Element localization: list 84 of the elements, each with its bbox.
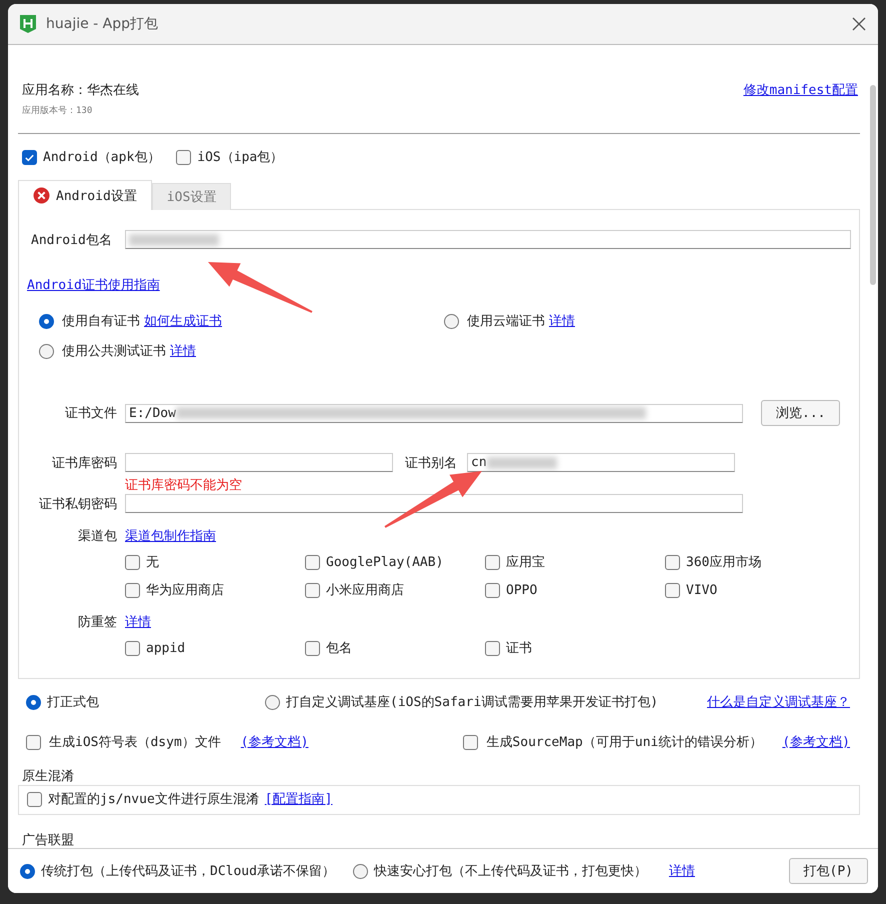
checkbox[interactable] bbox=[125, 554, 140, 570]
help-link[interactable]: 如何生成证书 bbox=[144, 312, 222, 330]
checkbox[interactable] bbox=[26, 734, 41, 750]
checkbox-label: appid bbox=[146, 640, 186, 656]
tab[interactable]: Android设置 bbox=[18, 180, 152, 210]
field-label: Android包名 bbox=[30, 232, 113, 248]
checkbox[interactable] bbox=[305, 640, 320, 656]
checkbox-label: 华为应用商店 bbox=[146, 582, 224, 599]
guide-link[interactable]: Android证书使用指南 bbox=[27, 276, 160, 294]
radio-button[interactable] bbox=[26, 694, 41, 710]
checkbox-label: 生成SourceMap（可用于uni统计的错误分析） bbox=[486, 734, 762, 751]
checkbox[interactable] bbox=[305, 582, 320, 598]
pack-button[interactable]: 打包(P) bbox=[788, 858, 868, 884]
app-name: 应用名称：华杰在线 bbox=[22, 82, 139, 99]
checkbox[interactable] bbox=[176, 150, 192, 164]
checkbox[interactable] bbox=[125, 582, 140, 598]
section-label: 渠道包 bbox=[77, 528, 117, 545]
doc-link[interactable]: (参考文档) bbox=[782, 733, 850, 751]
group-title: 原生混淆 bbox=[22, 768, 75, 785]
checkbox-label: 对配置的js/nvue文件进行原生混淆 bbox=[48, 791, 259, 808]
radio-label: 打正式包 bbox=[47, 694, 99, 711]
manifest-link[interactable]: 修改manifest配置 bbox=[743, 81, 858, 99]
checkbox-label: 包名 bbox=[326, 640, 352, 657]
checkbox[interactable] bbox=[485, 640, 500, 656]
checkbox[interactable] bbox=[463, 734, 478, 750]
help-link[interactable]: 什么是自定义调试基座？ bbox=[707, 693, 850, 711]
checkbox[interactable] bbox=[665, 582, 680, 598]
checkbox-label: VIVO bbox=[686, 582, 718, 598]
window-title: huajie - App打包 bbox=[46, 15, 160, 33]
checkbox-label: Android（apk包） bbox=[43, 149, 160, 166]
checkbox-label: 无 bbox=[146, 554, 159, 571]
guide-link[interactable]: 渠道包制作指南 bbox=[125, 527, 216, 545]
checkbox-label: 证书 bbox=[506, 640, 532, 657]
doc-link[interactable]: (参考文档) bbox=[240, 733, 308, 751]
radio-label: 传统打包（上传代码及证书，DCloud承诺不保留） bbox=[41, 863, 335, 880]
help-link[interactable]: 详情 bbox=[549, 312, 575, 330]
logo-icon bbox=[20, 15, 36, 33]
section-label: 防重签 bbox=[77, 614, 117, 631]
checkbox-label: 应用宝 bbox=[506, 554, 545, 571]
error-message: 证书库密码不能为空 bbox=[125, 477, 243, 494]
checkbox[interactable] bbox=[485, 554, 500, 570]
browse-button[interactable]: 浏览... bbox=[761, 400, 840, 426]
checkbox[interactable] bbox=[27, 792, 42, 806]
radio-button[interactable] bbox=[444, 314, 459, 328]
help-link[interactable]: 详情 bbox=[170, 342, 196, 360]
checkbox-label: 小米应用商店 bbox=[326, 582, 404, 599]
checkbox[interactable] bbox=[485, 582, 500, 598]
group-title: 广告联盟 bbox=[22, 832, 75, 848]
checkbox-label: iOS（ipa包） bbox=[197, 149, 284, 166]
field-label: 证书文件 bbox=[64, 405, 117, 422]
field-label: 证书私钥密码 bbox=[38, 496, 117, 512]
checkbox-label: 360应用市场 bbox=[686, 554, 762, 571]
error-icon bbox=[33, 187, 50, 204]
input-field[interactable] bbox=[125, 494, 743, 513]
radio-label: 打自定义调试基座(iOS的Safari调试需要用苹果开发证书打包) bbox=[286, 694, 658, 711]
input-field[interactable] bbox=[125, 453, 393, 472]
close-icon[interactable] bbox=[852, 17, 866, 31]
radio-label: 使用公共测试证书 bbox=[62, 343, 166, 360]
guide-link[interactable]: [配置指南] bbox=[264, 790, 332, 808]
radio-button[interactable] bbox=[20, 864, 35, 878]
input-field[interactable] bbox=[125, 230, 851, 249]
checkbox[interactable] bbox=[305, 554, 320, 570]
radio-button[interactable] bbox=[39, 344, 54, 358]
help-link[interactable]: 详情 bbox=[125, 613, 151, 631]
checkbox-label: 生成iOS符号表（dsym）文件 bbox=[49, 734, 221, 751]
radio-button[interactable] bbox=[39, 314, 54, 328]
field-label: 证书库密码 bbox=[51, 454, 117, 472]
tab[interactable]: iOS设置 bbox=[152, 183, 232, 210]
checkbox-label: OPPO bbox=[506, 582, 538, 598]
checkbox[interactable] bbox=[125, 640, 140, 656]
radio-label: 快速安心打包（不上传代码及证书，打包更快） bbox=[374, 863, 647, 880]
app-version: 应用版本号：130 bbox=[22, 104, 94, 117]
help-link[interactable]: 详情 bbox=[668, 862, 695, 880]
checkbox[interactable] bbox=[665, 554, 680, 570]
checkbox[interactable] bbox=[22, 150, 37, 164]
field-label: 证书别名 bbox=[405, 454, 457, 472]
input-field[interactable]: cn bbox=[467, 453, 735, 472]
input-field[interactable]: E:/Dow bbox=[125, 404, 743, 422]
radio-label: 使用自有证书 bbox=[62, 313, 140, 330]
radio-button[interactable] bbox=[265, 694, 280, 710]
radio-button[interactable] bbox=[352, 864, 368, 878]
checkbox-label: GooglePlay(AAB) bbox=[326, 554, 444, 570]
radio-label: 使用云端证书 bbox=[467, 313, 545, 330]
scrollbar[interactable] bbox=[870, 85, 876, 285]
